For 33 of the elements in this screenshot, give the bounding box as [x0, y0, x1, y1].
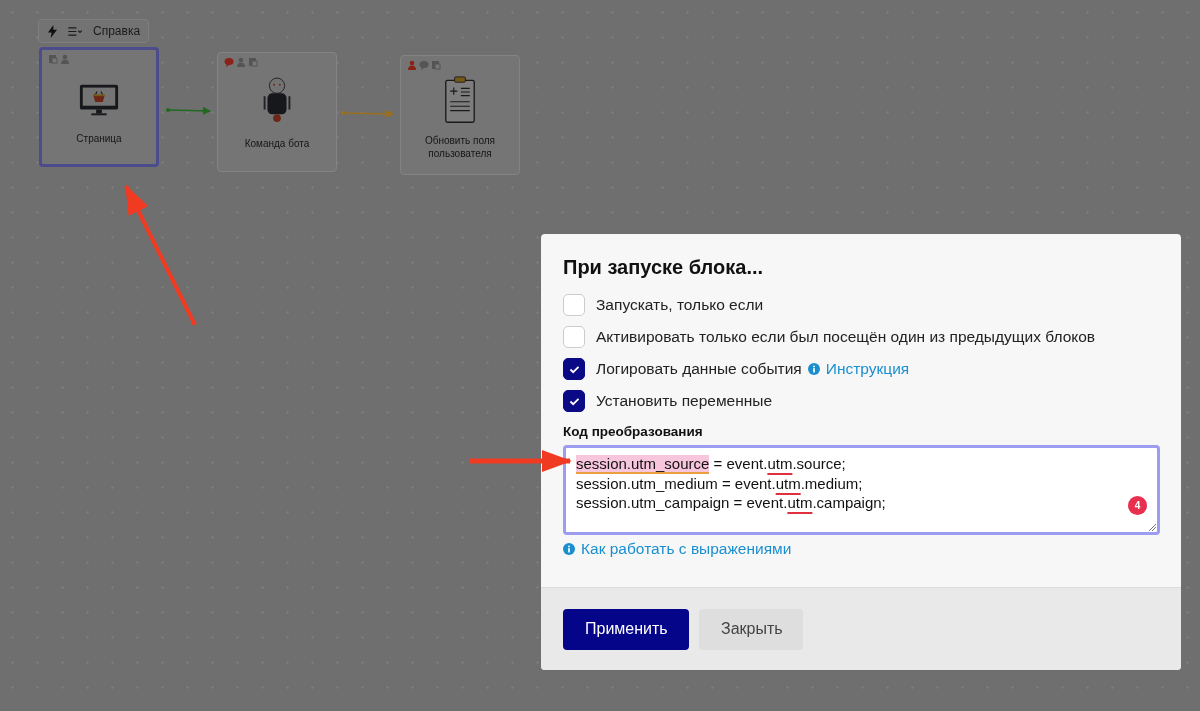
checkbox-label: Запускать, только если	[596, 296, 764, 314]
node-title: Страница	[75, 132, 123, 145]
flow-node[interactable]: Обновить поля пользователя	[400, 55, 520, 175]
lightning-icon[interactable]	[47, 24, 58, 38]
menu-icon[interactable]	[68, 26, 83, 36]
dialog-title: При запуске блока...	[563, 256, 765, 279]
code-line: session.utm_source = event.utm.source;	[576, 454, 846, 474]
info-icon	[563, 543, 575, 555]
close-button[interactable]: Закрыть	[699, 608, 803, 650]
error-count-badge: 4	[1128, 496, 1147, 515]
instruction-link[interactable]: Инструкция	[825, 360, 910, 378]
code-line: session.utm_campaign = event.utm.campaign;	[576, 493, 886, 513]
apply-button[interactable]: Применить	[563, 608, 689, 650]
node-title: Обновить поля пользователя	[423, 134, 497, 160]
flow-node[interactable]: Страница	[39, 47, 159, 167]
code-line: session.utm_medium = event.utm.medium;	[576, 473, 863, 493]
checkbox[interactable]	[563, 390, 585, 412]
checkbox-label: Логировать данные события	[596, 360, 802, 378]
clipboard-icon	[444, 76, 476, 124]
code-label: Код преобразования	[563, 424, 704, 439]
flow-node[interactable]: Команда бота	[217, 52, 337, 172]
checkbox-label: Установить переменные	[596, 392, 773, 410]
checkbox[interactable]	[563, 358, 585, 380]
resize-handle-icon[interactable]	[1148, 523, 1156, 531]
help-link[interactable]: Справка	[93, 24, 141, 38]
info-icon	[807, 363, 820, 375]
monitor-icon	[78, 82, 120, 118]
code-editor[interactable]: session.utm_source = event.utm.source; session.utm_medium = event.utm.medium; session.utm_campaign = event.utm.campaign; 4	[563, 445, 1160, 535]
check-icon	[568, 364, 580, 374]
node-title: Команда бота	[243, 137, 311, 150]
check-icon	[568, 396, 580, 406]
checkbox-label: Активировать только если был посещён один из предыдущих блоков	[596, 328, 1096, 346]
help-link[interactable]: Как работать с выражениями	[581, 540, 792, 558]
